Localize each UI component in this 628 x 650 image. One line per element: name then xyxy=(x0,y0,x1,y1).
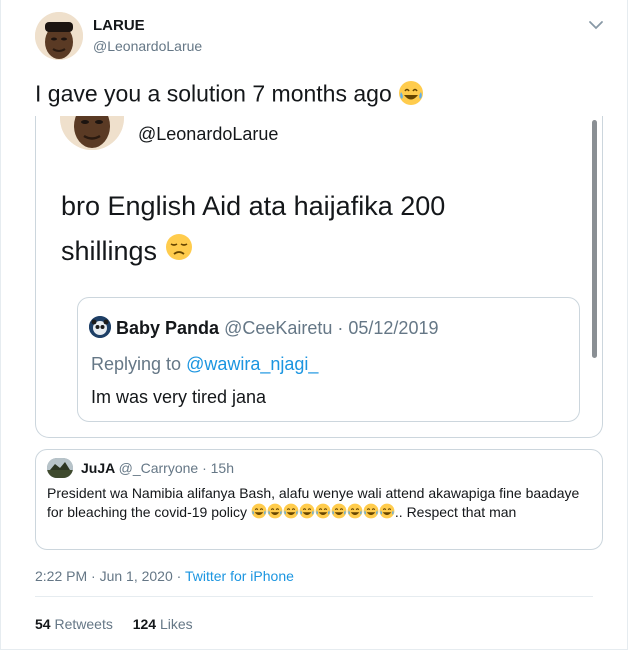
quoted-tweet[interactable]: @LeonardoLarue bro English Aid ata haija… xyxy=(35,116,603,438)
retweets-label: Retweets xyxy=(54,616,113,632)
inner-quoted-tweet[interactable]: Baby Panda @CeeKairetu · 05/12/2019 Repl… xyxy=(77,297,580,422)
tears-of-joy-emoji-icon xyxy=(379,503,395,524)
stats-bar: 54 Retweets 124 Likes xyxy=(35,616,209,632)
inner-quote-meta: @CeeKairetu · 05/12/2019 xyxy=(224,318,439,338)
replying-label: Replying to xyxy=(91,354,182,374)
divider xyxy=(35,596,593,597)
tears-of-joy-emoji-icon xyxy=(363,503,379,524)
chevron-down-icon[interactable] xyxy=(587,18,605,32)
quoted-text-line-2: shillings xyxy=(61,229,445,275)
inner-quote-replying: Replying to @wawira_njagi_ xyxy=(91,354,318,375)
reply-text: President wa Namibia alifanya Bash, alaf… xyxy=(47,484,597,524)
reply-card[interactable]: JuJA @_Carryone · 15h President wa Namib… xyxy=(35,449,603,550)
timestamp: 2:22 PM · Jun 1, 2020 · Twitter for iPho… xyxy=(35,568,294,584)
scrollbar[interactable] xyxy=(592,120,597,358)
likes-label: Likes xyxy=(159,616,193,632)
tears-of-joy-emoji-icon xyxy=(267,503,283,524)
likes-stat[interactable]: 124 Likes xyxy=(133,616,193,632)
tears-of-joy-emoji-icon xyxy=(347,503,363,524)
author-avatar[interactable] xyxy=(35,12,83,60)
inner-quote-name: Baby Panda xyxy=(116,318,220,338)
source-link[interactable]: Twitter for iPhone xyxy=(185,568,294,584)
tears-of-joy-emoji-icon xyxy=(315,503,331,524)
tweet-text: I gave you a solution 7 months ago xyxy=(35,80,424,111)
retweets-stat[interactable]: 54 Retweets xyxy=(35,616,113,632)
inner-quote-avatar xyxy=(89,316,111,338)
reply-header: JuJA @_Carryone · 15h xyxy=(81,460,234,476)
tweet-card: LARUE @LeonardoLarue I gave you a soluti… xyxy=(0,0,628,650)
reply-meta: @_Carryone · 15h xyxy=(118,460,234,476)
reply-text-after: .. Respect that man xyxy=(394,504,517,521)
author-handle[interactable]: @LeonardoLarue xyxy=(93,38,202,54)
quoted-text-line-2-content: shillings xyxy=(61,236,158,266)
retweets-count: 54 xyxy=(35,616,51,632)
disappointed-face-emoji-icon xyxy=(165,230,193,275)
reply-author-name: JuJA xyxy=(81,460,115,476)
tears-of-joy-emoji-icon xyxy=(299,503,315,524)
likes-count: 124 xyxy=(132,616,157,632)
quoted-tweet-text: bro English Aid ata haijafika 200 shilli… xyxy=(61,184,445,275)
tears-of-joy-emoji-row xyxy=(251,503,395,520)
tears-of-joy-emoji-icon xyxy=(251,503,267,524)
quoted-author-avatar xyxy=(60,116,124,150)
author-name[interactable]: LARUE xyxy=(93,17,145,34)
quoted-author-handle: @LeonardoLarue xyxy=(138,124,279,144)
tears-of-joy-emoji-icon xyxy=(331,503,347,524)
inner-quote-text: Im was very tired jana xyxy=(91,387,267,407)
replying-to-link[interactable]: @wawira_njagi_ xyxy=(186,354,318,374)
quoted-text-line-1: bro English Aid ata haijafika 200 xyxy=(61,191,446,221)
tears-of-joy-emoji-icon xyxy=(283,503,299,524)
timestamp-time[interactable]: 2:22 PM · Jun 1, 2020 · xyxy=(35,568,185,584)
tears-of-joy-emoji-icon xyxy=(398,80,424,111)
tweet-text-content: I gave you a solution 7 months ago xyxy=(35,80,392,107)
inner-quote-header: Baby Panda @CeeKairetu · 05/12/2019 xyxy=(116,318,438,339)
reply-avatar xyxy=(47,458,73,478)
